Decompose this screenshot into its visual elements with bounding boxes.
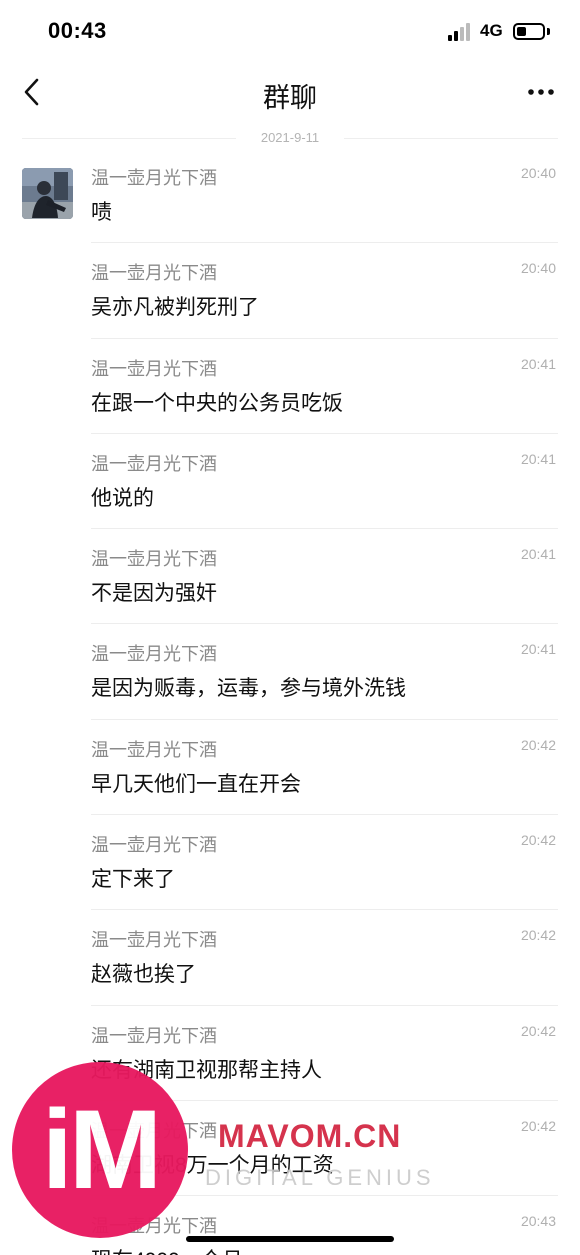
message-item[interactable]: 温一壶月光下酒 20:41 不是因为强奸	[0, 529, 580, 625]
status-bar: 00:43 4G	[0, 0, 580, 62]
message-item[interactable]: 温一壶月光下酒 20:40 啧	[0, 148, 580, 244]
sender-name: 温一壶月光下酒	[91, 835, 217, 856]
watermark-logo: iM	[12, 1062, 188, 1238]
sender-name: 温一壶月光下酒	[91, 549, 217, 570]
watermark-brand: MAVOM.CN	[218, 1118, 402, 1154]
battery-icon	[513, 23, 545, 40]
sender-name: 温一壶月光下酒	[91, 1025, 217, 1046]
message-text: 是因为贩毒，运毒，参与境外洗钱	[91, 677, 406, 701]
more-button[interactable]	[524, 76, 558, 106]
more-dots-icon	[528, 89, 554, 95]
message-time: 20:40	[520, 260, 556, 277]
cellular-signal-icon	[448, 23, 470, 41]
battery-level	[517, 27, 526, 36]
message-time: 20:40	[520, 165, 556, 181]
message-item[interactable]: 温一壶月光下酒 20:41 他说的	[0, 434, 580, 530]
message-text: 啧	[91, 201, 112, 224]
message-time: 20:42	[520, 1022, 556, 1039]
message-time: 20:42	[520, 927, 556, 944]
sender-name: 温一壶月光下酒	[91, 263, 217, 284]
date-separator: 2021-9-11	[22, 128, 558, 148]
message-time: 20:42	[520, 832, 556, 849]
message-time: 20:41	[520, 641, 556, 658]
divider	[344, 138, 558, 139]
network-type: 4G	[480, 21, 503, 40]
sender-name: 温一壶月光下酒	[91, 168, 217, 188]
status-time: 00:43	[48, 18, 107, 43]
message-time: 20:41	[520, 450, 556, 467]
message-item[interactable]: 温一壶月光下酒 20:41 在跟一个中央的公务员吃饭	[0, 339, 580, 434]
message-text: 定下来了	[91, 868, 175, 892]
message-text: 在跟一个中央的公务员吃饭	[91, 391, 343, 415]
home-indicator[interactable]	[186, 1236, 394, 1242]
message-text: 吴亦凡被判死刑了	[91, 296, 259, 320]
message-time: 20:42	[520, 736, 556, 753]
sender-name: 温一壶月光下酒	[91, 358, 217, 379]
message-text: 他说的	[91, 486, 154, 510]
message-item[interactable]: 温一壶月光下酒 20:42 定下来了	[0, 815, 580, 911]
message-item[interactable]: 温一壶月光下酒 20:41 是因为贩毒，运毒，参与境外洗钱	[0, 624, 580, 720]
battery-tip	[547, 28, 550, 35]
sender-name: 温一壶月光下酒	[91, 739, 217, 760]
sender-name: 温一壶月光下酒	[91, 930, 217, 951]
watermark-tagline: DIGITAL GENIUS	[205, 1165, 435, 1190]
message-time: 20:41	[520, 546, 556, 563]
message-item[interactable]: 温一壶月光下酒 20:40 吴亦凡被判死刑了	[0, 243, 580, 339]
sender-name: 温一壶月光下酒	[91, 453, 217, 474]
message-time: 20:41	[520, 355, 556, 372]
message-text: 现在4000一个月	[91, 1244, 243, 1255]
sender-name: 温一壶月光下酒	[91, 644, 217, 665]
page-title: 群聊	[263, 83, 317, 113]
message-time: 20:43	[520, 1213, 556, 1230]
message-time: 20:42	[520, 1117, 556, 1134]
message-text: 赵薇也挨了	[91, 963, 196, 987]
nav-bar: 群聊	[0, 62, 580, 122]
message-text: 不是因为强奸	[91, 582, 217, 606]
message-text: 早几天他们一直在开会	[91, 772, 301, 796]
watermark-logo-text: iM	[41, 1087, 162, 1212]
message-item[interactable]: 温一壶月光下酒 20:42 赵薇也挨了	[0, 910, 580, 1006]
message-item[interactable]: 温一壶月光下酒 20:42 早几天他们一直在开会	[0, 720, 580, 816]
